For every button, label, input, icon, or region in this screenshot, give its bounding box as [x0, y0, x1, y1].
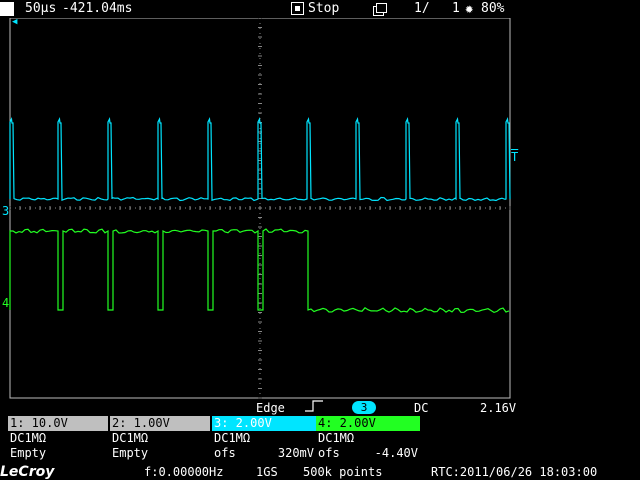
- channel-3-info[interactable]: 3: 2.00V DC1MΩ ofs 320mV: [212, 416, 316, 461]
- trigger-level-marker: T: [511, 150, 519, 164]
- trigger-source-badge: 3: [352, 401, 376, 414]
- channel-4-scale: 4: 2.00V: [316, 416, 420, 431]
- channel-1-status: Empty: [8, 446, 108, 461]
- channel-2-info[interactable]: 2: 1.00V DC1MΩ Empty: [110, 416, 210, 461]
- channel-4-marker: 4: [2, 296, 10, 310]
- real-time-clock: RTC:2011/06/26 18:03:00: [431, 465, 598, 479]
- trigger-type: Edge: [256, 401, 285, 415]
- timebase-icon: [0, 2, 14, 16]
- channel-4-offset: -4.40V: [374, 446, 418, 460]
- graticule: [9, 17, 511, 399]
- channel-1-scale: 1: 10.0V: [8, 416, 108, 431]
- sequence-icon: [373, 3, 387, 16]
- channel-4-offset-row: ofs -4.40V: [316, 446, 420, 461]
- trigger-level: 2.16V: [480, 401, 517, 415]
- sequence-index: 1/: [414, 1, 430, 16]
- channel-3-offset-label: ofs: [214, 446, 236, 460]
- frequency-readout: f:0.00000Hz: [144, 465, 224, 479]
- stop-icon[interactable]: [291, 2, 304, 15]
- timebase-value: 50µs: [25, 1, 57, 16]
- rising-edge-icon: [303, 398, 325, 412]
- trigger-delay: -421.04ms: [62, 1, 133, 16]
- channel-3-scale: 3: 2.00V: [212, 416, 316, 431]
- channel-2-coupling: DC1MΩ: [110, 431, 210, 446]
- sample-rate: 1GS: [256, 465, 278, 479]
- channel-4-coupling: DC1MΩ: [316, 431, 420, 446]
- sequence-total: 1: [452, 1, 460, 16]
- run-state[interactable]: Stop: [308, 1, 339, 17]
- channel-4-info[interactable]: 4: 2.00V DC1MΩ ofs -4.40V: [316, 416, 420, 461]
- record-length: 500k points: [303, 465, 383, 479]
- channel-1-coupling: DC1MΩ: [8, 431, 108, 446]
- channel-3-offset: 320mV: [277, 446, 314, 460]
- channel-2-scale: 2: 1.00V: [110, 416, 210, 431]
- channel-3-marker: 3: [2, 204, 10, 218]
- channel-1-info[interactable]: 1: 10.0V DC1MΩ Empty: [8, 416, 108, 461]
- top-status-bar: 50µs -421.04ms Stop 1/ 1 ✹ 80%: [0, 0, 640, 18]
- trigger-coupling: DC: [414, 401, 429, 415]
- channel-3-offset-row: ofs 320mV: [212, 446, 316, 461]
- brightness-icon: ✹: [465, 1, 474, 17]
- brand-logo: LeCroy: [0, 464, 55, 480]
- channel-4-offset-label: ofs: [318, 446, 340, 460]
- channel-3-coupling: DC1MΩ: [212, 431, 316, 446]
- trigger-position-marker: ◀: [12, 17, 18, 27]
- battery-level: 80%: [481, 1, 505, 16]
- channel-2-status: Empty: [110, 446, 210, 461]
- channel-4-trace: [9, 228, 510, 314]
